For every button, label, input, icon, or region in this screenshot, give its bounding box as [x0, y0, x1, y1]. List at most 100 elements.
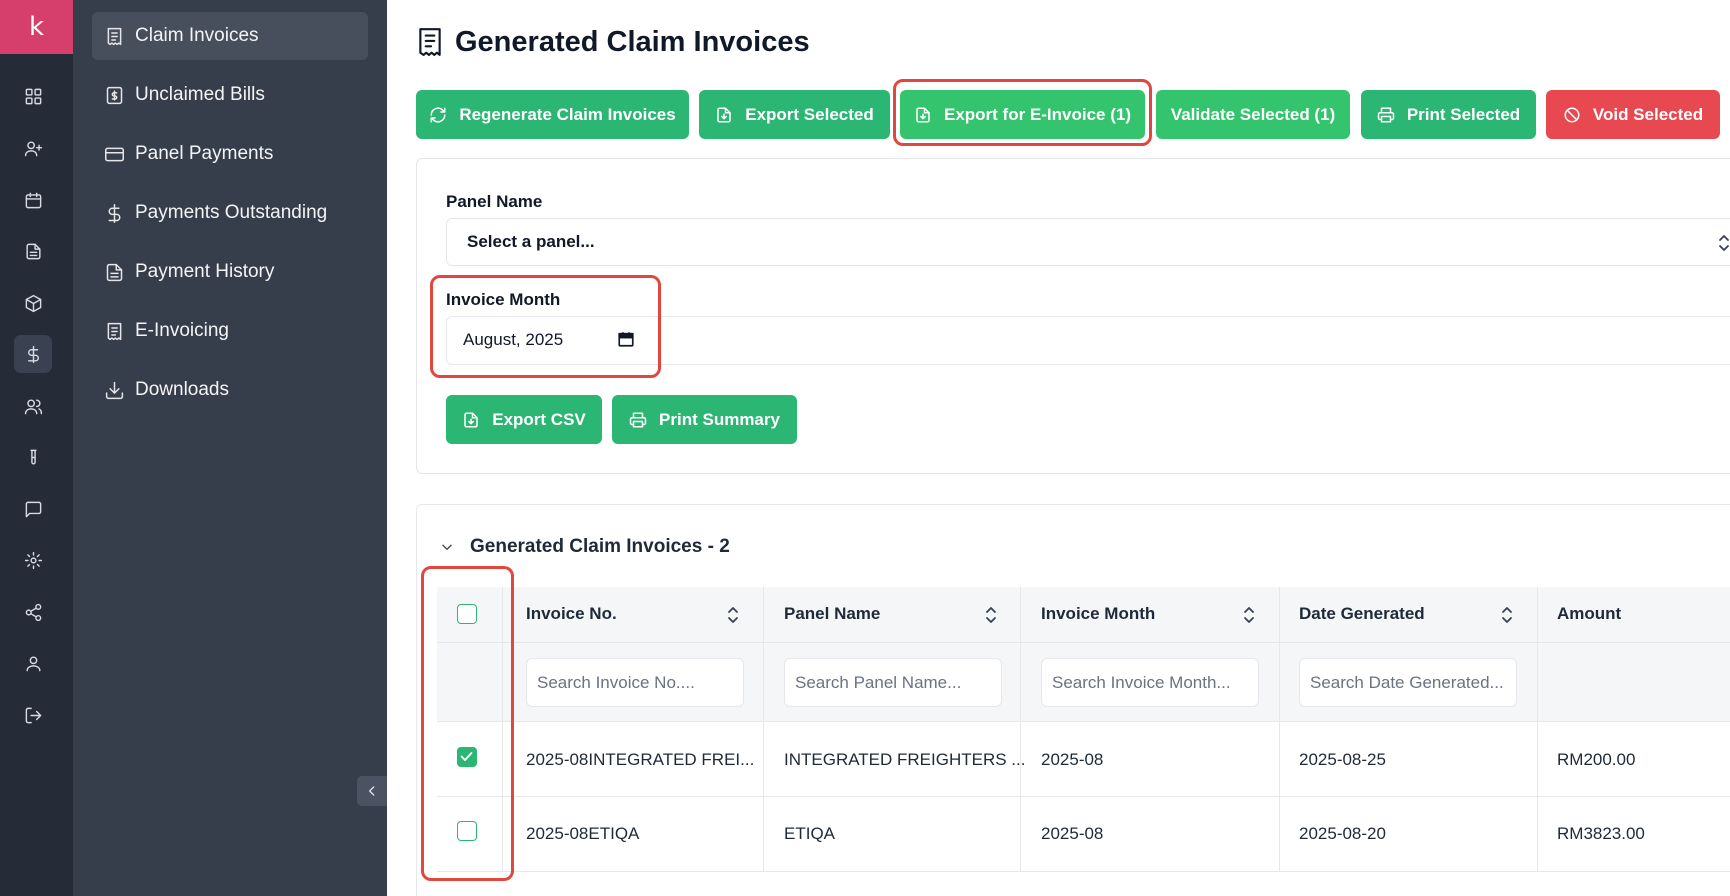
- share-icon[interactable]: [14, 593, 52, 631]
- table-title: Generated Claim Invoices - 2: [470, 536, 730, 557]
- receipt-icon: [419, 28, 441, 56]
- column-header-panel-name[interactable]: Panel Name: [784, 604, 880, 624]
- invoice-month-value: August, 2025: [463, 330, 564, 349]
- download-icon: [105, 381, 124, 399]
- button-label: Validate Selected (1): [1170, 104, 1336, 124]
- collapse-sidebar-button[interactable]: [357, 776, 387, 806]
- sidebar-item-label: Unclaimed Bills: [135, 84, 265, 105]
- sidebar-item-claim-invoices[interactable]: Claim Invoices: [92, 12, 368, 60]
- search-invoice-no-input[interactable]: [526, 658, 744, 707]
- cell-panel-name: ETIQA: [784, 824, 836, 843]
- select-all-checkbox[interactable]: [457, 604, 477, 624]
- cell-invoice-no: 2025-08ETIQA: [526, 824, 640, 843]
- cell-amount: RM3823.00: [1557, 824, 1645, 843]
- button-label: Void Selected: [1592, 104, 1704, 124]
- table-section-header[interactable]: Generated Claim Invoices - 2: [440, 534, 730, 560]
- calendar-icon[interactable]: [617, 330, 635, 348]
- printer-icon: [1377, 107, 1395, 122]
- panel-select[interactable]: Select a panel...: [446, 218, 1730, 266]
- file-download-icon: [464, 412, 478, 427]
- dashboard-icon[interactable]: [14, 77, 52, 115]
- ban-icon: [1564, 107, 1580, 122]
- dollar-icon: [108, 203, 121, 223]
- cell-date-generated: 2025-08-25: [1299, 750, 1386, 769]
- file-text-icon: [106, 263, 123, 281]
- calendar-icon[interactable]: [14, 181, 52, 219]
- row-checkbox[interactable]: [457, 821, 477, 841]
- export-for-e-invoice-button[interactable]: Export for E-Invoice (1): [900, 90, 1145, 139]
- invoice-month-input[interactable]: [446, 316, 1730, 365]
- gear-icon[interactable]: [14, 541, 52, 579]
- sidebar-item-unclaimed-bills[interactable]: Unclaimed Bills: [92, 71, 368, 119]
- search-date-generated-input[interactable]: [1299, 658, 1517, 707]
- cell-panel-name: INTEGRATED FREIGHTERS ...: [784, 750, 1026, 769]
- page-title-text: Generated Claim Invoices: [455, 25, 810, 58]
- printer-icon: [629, 412, 647, 427]
- print-selected-button[interactable]: Print Selected: [1361, 90, 1536, 139]
- column-divider: [1279, 587, 1280, 872]
- export-selected-button[interactable]: Export Selected: [699, 90, 890, 139]
- user-icon[interactable]: [14, 644, 52, 682]
- message-icon[interactable]: [14, 490, 52, 528]
- column-header-invoice-no[interactable]: Invoice No.: [526, 604, 617, 624]
- users-icon[interactable]: [14, 387, 52, 425]
- print-summary-button[interactable]: Print Summary: [612, 395, 797, 444]
- button-label: Export Selected: [745, 104, 874, 124]
- sidebar-item-label: Claim Invoices: [135, 25, 259, 46]
- sidebar-item-payment-history[interactable]: Payment History: [92, 248, 368, 296]
- sidebar-item-label: Payment History: [135, 261, 275, 282]
- search-panel-name-input[interactable]: [784, 658, 1002, 707]
- sidebar-item-panel-payments[interactable]: Panel Payments: [92, 130, 368, 178]
- sidebar-item-e-invoicing[interactable]: E-Invoicing: [92, 307, 368, 355]
- validate-selected-button[interactable]: Validate Selected (1): [1156, 90, 1350, 139]
- cell-amount: RM200.00: [1557, 750, 1636, 769]
- column-header-date-generated[interactable]: Date Generated: [1299, 604, 1425, 624]
- chevron-down-icon: [442, 544, 452, 550]
- cell-date-generated: 2025-08-20: [1299, 824, 1386, 843]
- logout-icon[interactable]: [14, 696, 52, 734]
- app: k Claim Invoices Unclaimed Bills Panel P…: [0, 0, 1730, 896]
- invoice-month-label: Invoice Month: [446, 290, 561, 309]
- button-label: Print Selected: [1406, 104, 1521, 124]
- brand-logo[interactable]: k: [0, 0, 73, 54]
- sort-icon[interactable]: [984, 604, 998, 626]
- box-icon[interactable]: [14, 284, 52, 322]
- file-download-icon: [916, 107, 930, 122]
- regenerate-claim-invoices-button[interactable]: Regenerate Claim Invoices: [416, 90, 689, 139]
- export-csv-button[interactable]: Export CSV: [446, 395, 602, 444]
- column-divider: [502, 587, 503, 872]
- cell-invoice-month: 2025-08: [1041, 750, 1104, 769]
- receipt-icon: [107, 27, 122, 45]
- document-icon[interactable]: [14, 232, 52, 270]
- receipt-icon: [107, 322, 122, 340]
- cell-invoice-month: 2025-08: [1041, 824, 1104, 843]
- sort-icon[interactable]: [726, 604, 740, 626]
- test-tube-icon[interactable]: [14, 438, 52, 476]
- check-icon: [460, 752, 473, 761]
- sidebar-item-payments-outstanding[interactable]: Payments Outstanding: [92, 189, 368, 237]
- page-title: Generated Claim Invoices: [417, 24, 810, 60]
- chevron-up-down-icon: [1719, 235, 1729, 251]
- panel-name-label: Panel Name: [446, 192, 543, 211]
- user-plus-icon[interactable]: [14, 129, 52, 167]
- refresh-icon: [430, 107, 446, 122]
- column-header-invoice-month[interactable]: Invoice Month: [1041, 604, 1155, 624]
- sidebar-item-label: E-Invoicing: [135, 320, 229, 341]
- column-header-amount[interactable]: Amount: [1557, 604, 1621, 624]
- icon-rail: k: [0, 0, 73, 896]
- sort-icon[interactable]: [1242, 604, 1256, 626]
- row-checkbox[interactable]: [457, 747, 477, 767]
- cell-invoice-no: 2025-08INTEGRATED FREI...: [526, 750, 755, 769]
- column-divider: [1020, 587, 1021, 872]
- sidebar-item-downloads[interactable]: Downloads: [92, 366, 368, 414]
- void-selected-button[interactable]: Void Selected: [1546, 90, 1720, 139]
- button-label: Print Summary: [659, 409, 780, 429]
- chevron-left-icon: [369, 786, 375, 796]
- sort-icon[interactable]: [1500, 604, 1514, 626]
- sidebar-menu: Claim Invoices Unclaimed Bills Panel Pay…: [73, 0, 387, 896]
- sidebar-item-label: Downloads: [135, 379, 229, 400]
- column-divider: [1537, 587, 1538, 872]
- sidebar-item-label: Payments Outstanding: [135, 202, 328, 223]
- dollar-icon[interactable]: [14, 335, 52, 373]
- search-invoice-month-input[interactable]: [1041, 658, 1259, 707]
